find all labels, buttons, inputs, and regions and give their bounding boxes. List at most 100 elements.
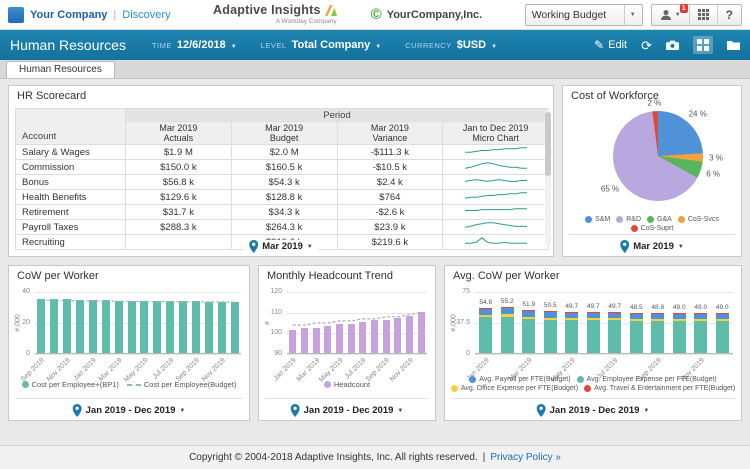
app-root: Your Company | Discovery Adaptive Insigh… (0, 0, 750, 469)
bar-value-label: 55.2 (500, 298, 514, 306)
bar-segment (672, 312, 686, 314)
period-value: Mar 2019 (633, 241, 674, 252)
bar-value-label: 49.0 (672, 303, 686, 311)
dot-swatch (450, 385, 458, 392)
app-logo-icon[interactable] (8, 6, 24, 23)
bar-segment (715, 318, 729, 321)
dot-swatch (21, 381, 29, 388)
dashed-line-swatch (126, 383, 141, 386)
workforce-period-selector[interactable]: Mar 2019 ▼ (615, 240, 689, 253)
chart-legend: S&M R&D G&A CoS-Svcs CoS-Suprt (567, 216, 737, 232)
variance-value: $219.6 k (336, 234, 444, 250)
discovery-link[interactable]: Discovery (122, 9, 170, 21)
customer-name: YourCompany,Inc. (386, 8, 483, 21)
legend-label: CoS-Suprt (640, 225, 674, 232)
bar-segment (522, 310, 536, 311)
dot-swatch (584, 385, 592, 392)
legend-label: Cost per Employee(Budget) (143, 380, 237, 389)
filter-currency[interactable]: CURRENCY $USD ▼ (405, 39, 497, 51)
account-name: Health Benefits (15, 189, 126, 205)
plot-area: 54.8 55.2 51.9 50.5 49.7 49.7 49.7 48.5 48.8 49.0… (475, 292, 733, 355)
divider (569, 234, 735, 235)
privacy-policy-link[interactable]: Privacy Policy » (490, 452, 561, 463)
filter-time[interactable]: TIME 12/6/2018 ▼ (152, 39, 237, 51)
legend-label: CoS-Svcs (687, 216, 719, 223)
table-row: Retirement $31.7 k $34.3 k -$2.6 k (15, 204, 549, 220)
variance-value: $23.9 k (336, 219, 444, 235)
actuals-value (125, 234, 232, 250)
plot-area (35, 292, 241, 355)
adaptive-logo-mark-icon (324, 4, 337, 16)
bar-segment (694, 318, 708, 321)
table-row: Payroll Taxes $288.3 k $264.3 k $23.9 k (15, 219, 549, 235)
version-selector[interactable]: Working Budget ▼ (524, 3, 643, 26)
micro-chart-cell (442, 219, 549, 235)
gridline (287, 354, 427, 355)
bar-segment (522, 310, 536, 317)
bar-segment (651, 318, 665, 321)
tab-human-resources[interactable]: Human Resources (6, 61, 115, 78)
bar-segment (629, 320, 643, 353)
pin-icon (249, 240, 259, 253)
period-value: Mar 2019 (262, 241, 303, 252)
headcount-period-selector[interactable]: Jan 2019 - Dec 2019 ▼ (285, 404, 409, 417)
bar-segment (565, 311, 579, 313)
budget-value: $2.0 M (230, 144, 338, 160)
y-axis-tick: 100 (270, 329, 282, 337)
company-name-link[interactable]: Your Company (30, 9, 107, 21)
help-button[interactable]: ? (716, 4, 741, 25)
customer-logo-icon: © (370, 6, 382, 23)
dot-swatch (576, 376, 584, 383)
scrollbar-thumb[interactable] (545, 112, 551, 176)
plot-area (287, 292, 427, 355)
refresh-button[interactable]: ⟳ (641, 39, 652, 52)
chart-legend: Avg. Payroll per FTE(Budget) Avg. Employe… (449, 376, 737, 392)
bar-segment (543, 312, 557, 318)
apps-menu-button[interactable] (688, 4, 717, 25)
bar-segment (543, 317, 557, 320)
bar-segment (586, 311, 600, 313)
legend-label: S&M (595, 216, 611, 223)
micro-chart (464, 179, 527, 182)
hr-scorecard-table: Account Period Mar 2019 Actuals Mar 2019 Bu… (15, 108, 549, 250)
help-icon: ? (725, 7, 733, 22)
scorecard-scrollbar[interactable] (545, 110, 551, 246)
legend-item: CoS-Svcs (677, 216, 719, 223)
pin-icon (620, 240, 630, 253)
actuals-value: $1.9 M (125, 144, 232, 160)
user-menu-button[interactable]: 1 ▼ (652, 3, 689, 25)
chevron-down-icon: ▼ (179, 407, 186, 414)
legend-item: R&D (616, 216, 641, 223)
bar-segment (651, 320, 665, 353)
micro-chart (464, 162, 527, 169)
legend-label: Cost per Employee+(BP1) (31, 380, 119, 389)
cow-period-selector[interactable]: Jan 2019 - Dec 2019 ▼ (67, 404, 191, 417)
y-axis-tick: 0 (26, 350, 30, 357)
dashboard-grid-button[interactable] (693, 36, 713, 54)
x-axis-tick-label: Jan 2019 (272, 357, 298, 383)
folder-button[interactable] (727, 40, 740, 50)
bar-segment (565, 312, 579, 319)
dashed-line (41, 299, 235, 303)
table-row: Bonus $56.8 k $54.3 k $2.4 k (15, 174, 549, 190)
avgcow-period-selector[interactable]: Jan 2019 - Dec 2019 ▼ (531, 404, 655, 417)
legend-item: G&A (647, 216, 672, 223)
camera-icon (666, 40, 679, 50)
scorecard-period-selector[interactable]: Mar 2019 ▼ (244, 240, 318, 253)
bar-segment (694, 313, 708, 319)
edit-button[interactable]: ✎ Edit (594, 38, 627, 52)
bar-segment (672, 320, 686, 353)
variance-value: $764 (336, 189, 444, 205)
period-value: Jan 2019 - Dec 2019 (85, 405, 176, 416)
chevron-down-icon: ▼ (397, 407, 404, 414)
snapshot-button[interactable] (666, 40, 679, 50)
micro-chart (464, 237, 527, 244)
bar-segment (651, 312, 665, 314)
filter-level[interactable]: LEVEL Total Company ▼ (261, 39, 381, 51)
bar-value-label: 50.5 (543, 302, 557, 310)
customer-logo: © YourCompany,Inc. (371, 7, 483, 22)
bar-segment (715, 313, 729, 319)
y-axis-label: #,000 (450, 314, 458, 332)
y-axis-tick: 75 (462, 288, 470, 295)
y-axis-tick: 40 (22, 288, 30, 295)
